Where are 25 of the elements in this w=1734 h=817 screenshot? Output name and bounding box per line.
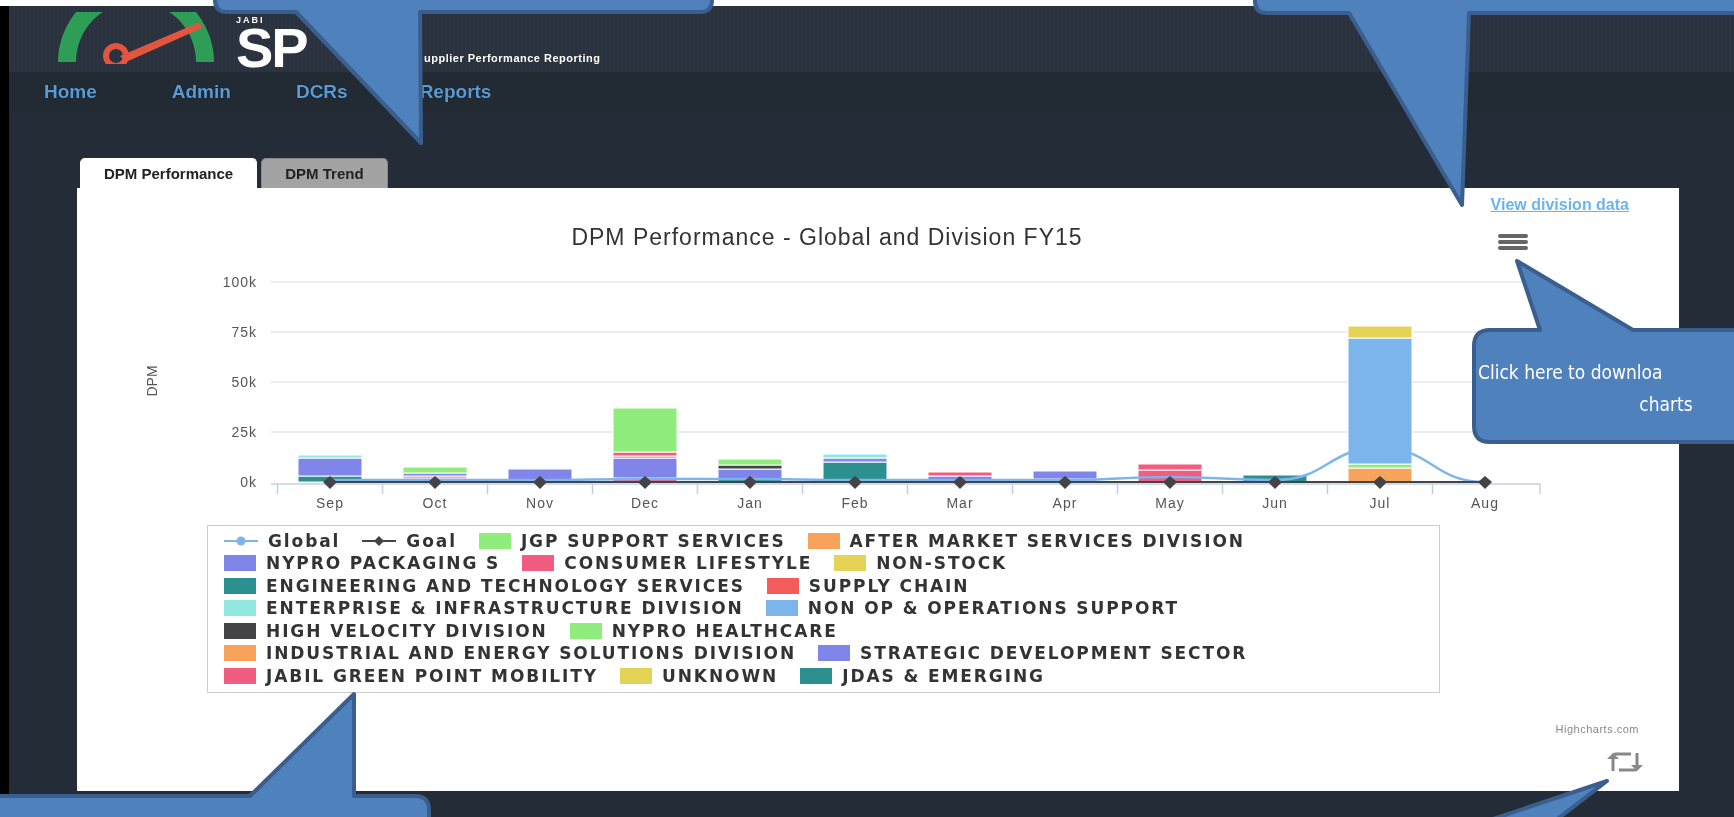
axis-label: Jul	[1369, 495, 1391, 511]
axis-label: 75k	[231, 324, 257, 340]
callout-text: Click here to downloa	[1478, 360, 1663, 385]
logo-title: SP	[236, 25, 307, 71]
axis-title: DPM	[144, 365, 160, 397]
axis-label: Oct	[422, 495, 448, 511]
axis-label: 0k	[240, 474, 257, 490]
axis-label: Apr	[1052, 495, 1078, 511]
axis-label: Nov	[526, 495, 554, 511]
axis-label: Sep	[316, 495, 344, 511]
axis-label: Mar	[946, 495, 974, 511]
axis-label: Aug	[1471, 495, 1499, 511]
axis-label: 100k	[222, 274, 257, 290]
axis-label: 50k	[231, 374, 257, 390]
callout-text: charts	[1639, 392, 1693, 417]
axis-label: Jan	[737, 495, 763, 511]
axis-label: Jun	[1262, 495, 1288, 511]
axis-label: 25k	[231, 424, 257, 440]
axis-label: Dec	[631, 495, 659, 511]
chart-credits: Highcharts.com	[1555, 722, 1639, 735]
axis-label: Feb	[841, 495, 869, 511]
logo-text: JABI	[236, 15, 265, 25]
tagline: upplier Performance Reporting	[424, 52, 601, 64]
axis-label: May	[1155, 495, 1185, 511]
chart-title: DPM Performance - Global and Division FY15	[571, 224, 1083, 250]
